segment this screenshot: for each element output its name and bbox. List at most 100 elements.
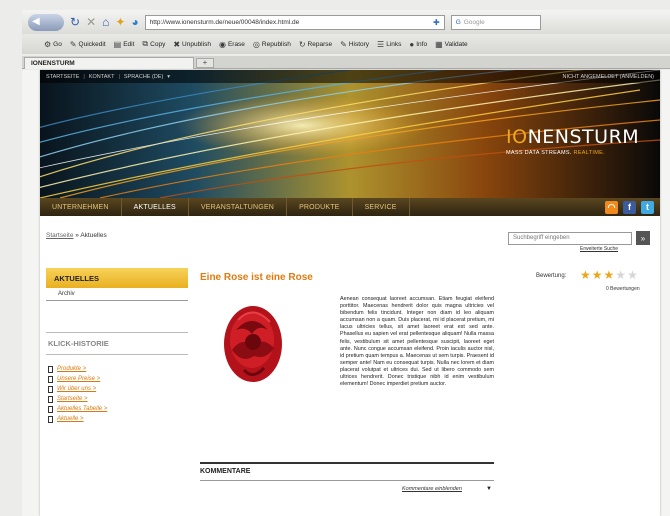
- addon-icon[interactable]: ◕: [131, 16, 138, 28]
- history-link[interactable]: Aktuelles Tabelle >: [57, 406, 107, 412]
- search-submit-button[interactable]: »: [636, 231, 650, 245]
- bookmark-label: Reparse: [307, 40, 333, 48]
- bookmark-links[interactable]: ☰ Links: [377, 40, 401, 49]
- bookmark-erase[interactable]: ◉ Erase: [219, 40, 245, 49]
- search-engine-icon: G: [455, 18, 461, 26]
- header-banner: STARTSEITE | KONTAKT | SPRACHE (DE) ▾ NICHT AN…: [40, 70, 660, 198]
- show-comments-link[interactable]: Kommentare einblenden: [402, 486, 462, 492]
- comments-title: KOMMENTARE: [200, 468, 251, 475]
- bookmark-info[interactable]: ● Info: [409, 40, 427, 49]
- tab-ionensturm[interactable]: IONENSTURM: [24, 57, 194, 69]
- comments-divider-thin: [200, 480, 494, 481]
- bookmark-validate[interactable]: ▦ Validate: [435, 40, 468, 49]
- history-link[interactable]: Startseite >: [57, 396, 88, 402]
- advanced-search-link[interactable]: Erweiterte Suche: [580, 246, 618, 252]
- links-icon: ☰: [377, 39, 385, 49]
- history-item[interactable]: Aktuelle >: [48, 414, 107, 424]
- star-icon[interactable]: ★: [627, 269, 638, 281]
- star-icon[interactable]: ★: [592, 269, 603, 281]
- bookmark-unpublish[interactable]: ✖ Unpublish: [173, 40, 211, 49]
- history-link[interactable]: Wir über uns >: [57, 386, 96, 392]
- nav-item-aktuelles[interactable]: AKTUELLES: [122, 198, 189, 216]
- bookmark-go[interactable]: ⚙ Go: [44, 40, 62, 49]
- history-item[interactable]: Produkte >: [48, 364, 107, 374]
- nav-item-service[interactable]: SERVICE: [353, 198, 410, 216]
- tagline: MASS DATA STREAMS. REALTIME.: [506, 150, 605, 156]
- new-tab-button[interactable]: +: [196, 58, 214, 68]
- bookmark-label: History: [348, 40, 370, 48]
- reload-icon[interactable]: ↻: [70, 16, 80, 28]
- history-item[interactable]: Wir über uns >: [48, 384, 107, 394]
- tagline-highlight: REALTIME.: [573, 150, 605, 156]
- erase-icon: ◉: [218, 39, 226, 49]
- chevron-down-icon[interactable]: ▼: [486, 486, 492, 492]
- topbar-link[interactable]: SPRACHE (DE): [124, 74, 163, 80]
- nav-item-veranstaltungen[interactable]: VERANSTALTUNGEN: [189, 198, 288, 216]
- nav-item-produkte[interactable]: PRODUKTE: [287, 198, 353, 216]
- document-icon: [48, 375, 53, 383]
- sidebar-item-archiv[interactable]: Archiv: [46, 288, 188, 301]
- site-logo[interactable]: IONENSTURM: [506, 126, 639, 148]
- nav-item-unternehmen[interactable]: UNTERNEHMEN: [40, 198, 122, 216]
- address-bar[interactable]: http://www.ionensturm.de/neue/00048/inde…: [144, 14, 445, 30]
- logo-rest: NENSTURM: [527, 126, 640, 148]
- cross-icon: ✖: [173, 39, 181, 49]
- search-placeholder: Google: [463, 18, 485, 26]
- gear-icon: ⚙: [44, 39, 52, 49]
- rating-stars[interactable]: ★ ★ ★ ★ ★: [580, 269, 638, 281]
- bookmark-label: Erase: [227, 40, 245, 48]
- social-icons: ◠ f t: [605, 200, 660, 214]
- rss-icon[interactable]: ◠: [605, 200, 618, 214]
- history-item[interactable]: Unsere Preise >: [48, 374, 107, 384]
- history-link[interactable]: Unsere Preise >: [57, 376, 100, 382]
- bookmark-label: Links: [386, 40, 402, 48]
- login-status-link[interactable]: NICHT ANGEMELDET (ANMELDEN): [563, 74, 654, 80]
- main-navigation: UNTERNEHMEN AKTUELLES VERANSTALTUNGEN PRODU…: [40, 198, 660, 216]
- validate-icon: ▦: [435, 39, 443, 49]
- topbar-separator: |: [118, 73, 120, 80]
- history-link[interactable]: Aktuelle >: [57, 416, 84, 422]
- info-icon: ●: [409, 39, 415, 49]
- star-icon[interactable]: ★: [604, 269, 615, 281]
- history-item[interactable]: Startseite >: [48, 394, 107, 404]
- back-button[interactable]: ◀: [28, 13, 64, 31]
- tab-title: IONENSTURM: [31, 60, 75, 67]
- breadcrumb-home-link[interactable]: Startseite: [46, 232, 73, 239]
- rating-label: Bewertung:: [536, 273, 567, 279]
- sidebar-section-title: AKTUELLES: [46, 268, 188, 288]
- bookmark-quickedit[interactable]: ✎ Quickedit: [70, 40, 106, 49]
- topbar-link[interactable]: KONTAKT: [89, 74, 115, 80]
- tab-bar: IONENSTURM +: [22, 56, 670, 69]
- site-search-input[interactable]: Suchbegriff eingeben: [508, 232, 632, 245]
- bookmark-copy[interactable]: ⧉ Copy: [142, 39, 165, 49]
- reparse-icon: ↻: [298, 39, 306, 49]
- rose-image: [224, 306, 282, 382]
- history-link[interactable]: Produkte >: [57, 366, 86, 372]
- copy-icon: ⧉: [142, 39, 149, 48]
- star-icon[interactable]: ★: [615, 269, 626, 281]
- bookmark-history[interactable]: ✎ History: [340, 40, 369, 49]
- language-chevron-icon[interactable]: ▾: [167, 74, 170, 80]
- top-utility-bar: STARTSEITE | KONTAKT | SPRACHE (DE) ▾ NICHT AN…: [40, 70, 660, 83]
- breadcrumb: Startseite » Aktuelles: [46, 232, 107, 239]
- bookmark-star-icon[interactable]: ✦: [115, 16, 125, 28]
- search-input[interactable]: G Google: [450, 14, 541, 30]
- document-icon: [48, 365, 53, 373]
- star-icon[interactable]: ★: [580, 269, 591, 281]
- bookmark-reparse[interactable]: ↻ Reparse: [299, 40, 332, 49]
- facebook-icon[interactable]: f: [623, 200, 636, 214]
- bookmark-edit[interactable]: ▤ Edit: [114, 40, 135, 49]
- bookmark-label: Unpublish: [182, 40, 211, 48]
- topbar-link[interactable]: STARTSEITE: [46, 74, 79, 80]
- home-icon[interactable]: ⌂: [102, 16, 109, 28]
- website: STARTSEITE | KONTAKT | SPRACHE (DE) ▾ NICHT AN…: [40, 70, 660, 516]
- stop-icon[interactable]: ✕: [86, 16, 96, 28]
- history-item[interactable]: Aktuelles Tabelle >: [48, 404, 107, 414]
- history-icon: ✎: [340, 39, 347, 49]
- feed-icon[interactable]: ✚: [433, 18, 440, 27]
- topbar-separator: |: [83, 73, 85, 80]
- twitter-icon[interactable]: t: [641, 200, 654, 214]
- pencil-icon: ✎: [69, 39, 77, 49]
- bookmark-republish[interactable]: ◎ Republish: [253, 40, 291, 49]
- document-icon: [48, 395, 53, 403]
